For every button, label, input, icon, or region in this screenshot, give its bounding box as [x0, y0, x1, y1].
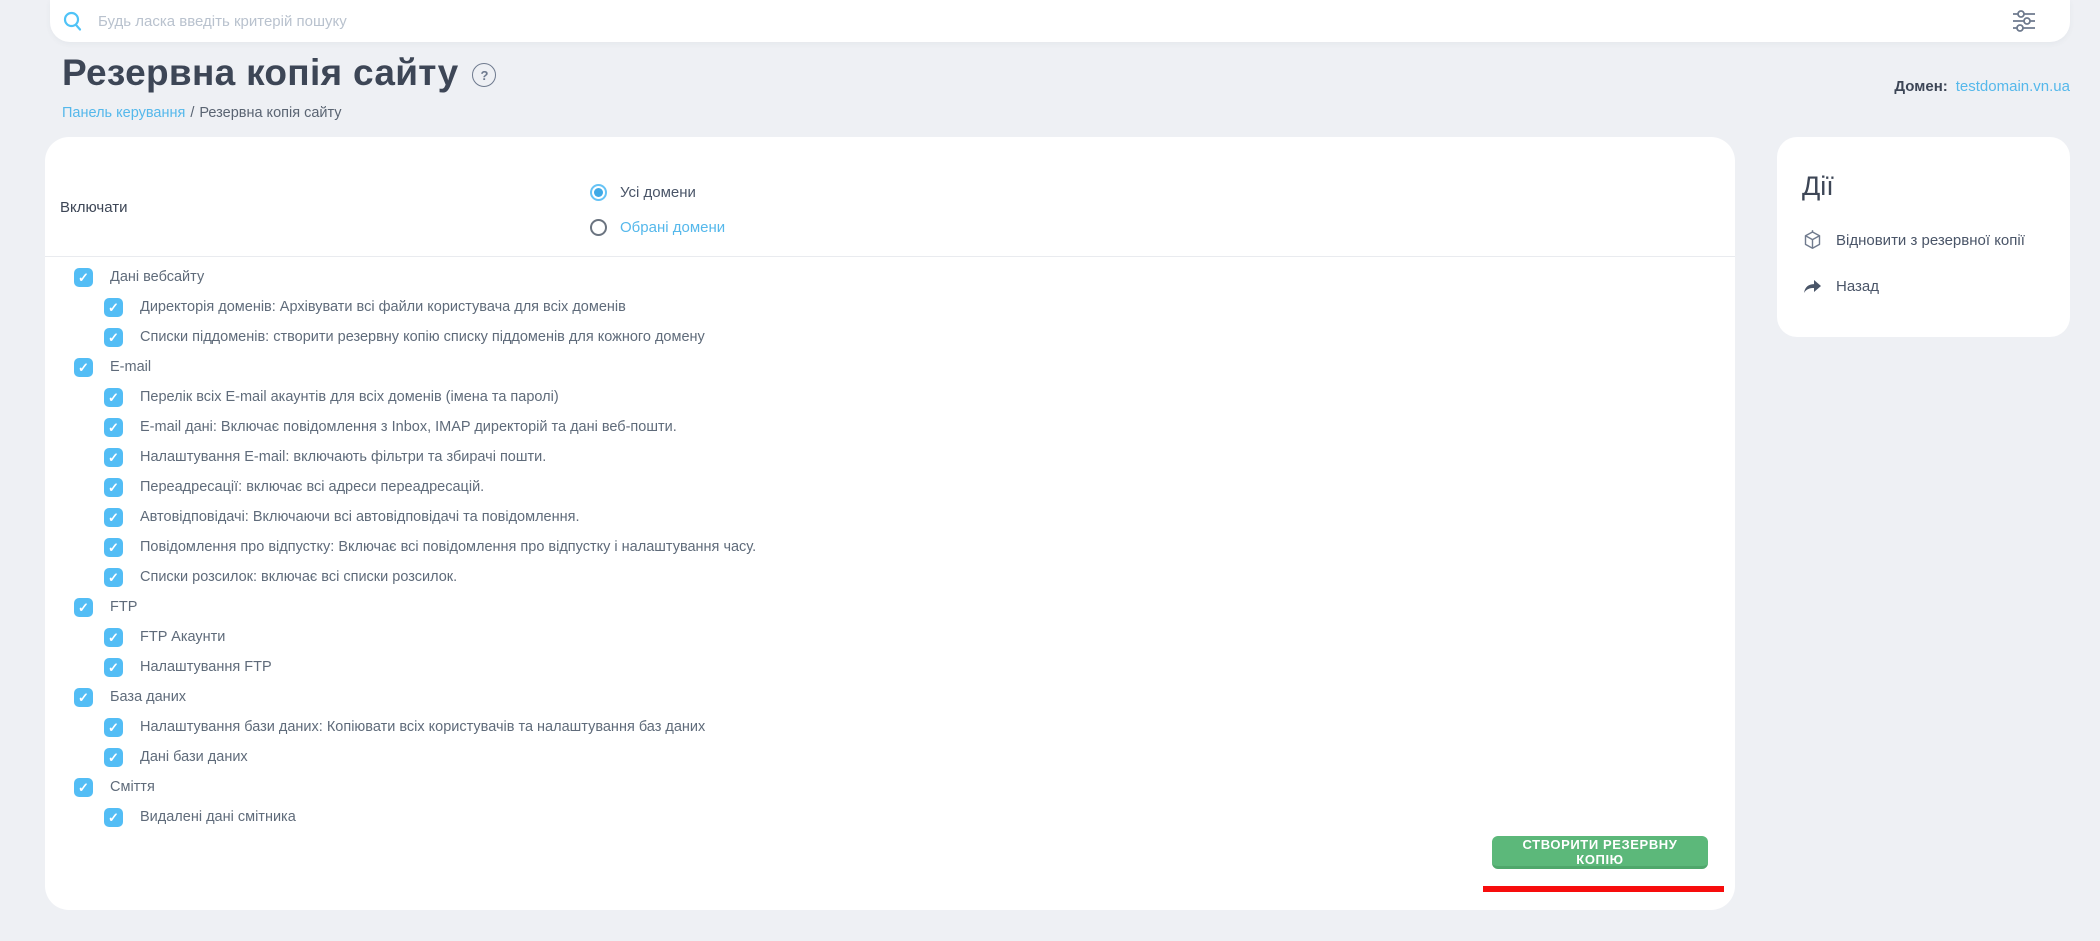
- checkbox-row[interactable]: ✓ Налаштування FTP: [45, 652, 1735, 682]
- action-label: Назад: [1836, 278, 1879, 295]
- checkbox-label: Дані бази даних: [140, 749, 248, 765]
- checkbox-checked-icon[interactable]: ✓: [74, 598, 93, 617]
- backup-form-card: Включати Усі домени Обрані домени ✓ Дані в…: [45, 137, 1735, 910]
- checkbox-row[interactable]: ✓ Налаштування E-mail: включають фільтри …: [45, 442, 1735, 472]
- page-header: Резервна копія сайту ? Панель керування /…: [62, 52, 496, 121]
- filter-sliders-icon[interactable]: [2012, 8, 2036, 34]
- radio-option[interactable]: Усі домени: [590, 179, 725, 205]
- domain-label: Домен:: [1894, 78, 1947, 95]
- checkbox-checked-icon[interactable]: ✓: [74, 688, 93, 707]
- checkbox-checked-icon[interactable]: ✓: [104, 538, 123, 557]
- checkbox-label: База даних: [110, 689, 186, 705]
- checkbox-label: E-mail: [110, 359, 151, 375]
- checkbox-checked-icon[interactable]: ✓: [74, 268, 93, 287]
- checkbox-row[interactable]: ✓ Переадресації: включає всі адреси переа…: [45, 472, 1735, 502]
- checkbox-row[interactable]: ✓ База даних: [45, 682, 1735, 712]
- create-backup-button[interactable]: СТВОРИТИ РЕЗЕРВНУ КОПІЮ: [1492, 836, 1708, 869]
- breadcrumb: Панель керування / Резервна копія сайту: [62, 105, 496, 121]
- package-icon: [1802, 229, 1823, 251]
- checkbox-label: Налаштування FTP: [140, 659, 272, 675]
- checkbox-label: Автовідповідачі: Включаючи всі автовідпо…: [140, 509, 580, 525]
- radio-option[interactable]: Обрані домени: [590, 214, 725, 240]
- checkbox-checked-icon[interactable]: ✓: [104, 808, 123, 827]
- breadcrumb-parent-link[interactable]: Панель керування: [62, 105, 185, 121]
- breadcrumb-separator: /: [190, 105, 194, 121]
- checkbox-row[interactable]: ✓ Перелік всіх E-mail акаунтів для всіх д…: [45, 382, 1735, 412]
- radio-label: Усі домени: [620, 184, 696, 201]
- checkbox-checked-icon[interactable]: ✓: [104, 478, 123, 497]
- checkbox-checked-icon[interactable]: ✓: [104, 658, 123, 677]
- page-title: Резервна копія сайту: [62, 52, 458, 94]
- checkbox-row[interactable]: ✓ Списки розсилок: включає всі списки роз…: [45, 562, 1735, 592]
- checkbox-label: Дані вебсайту: [110, 269, 204, 285]
- radio-group: Усі домени Обрані домени: [590, 179, 725, 249]
- checkbox-checked-icon[interactable]: ✓: [104, 508, 123, 527]
- checkbox-label: Перелік всіх E-mail акаунтів для всіх до…: [140, 389, 559, 405]
- checkbox-row[interactable]: ✓ FTP Акаунти: [45, 622, 1735, 652]
- include-label: Включати: [60, 199, 128, 216]
- checkbox-label: FTP Акаунти: [140, 629, 225, 645]
- search-icon: [62, 10, 84, 32]
- checkbox-label: Переадресації: включає всі адреси переад…: [140, 479, 484, 495]
- radio-unselected-icon[interactable]: [590, 219, 607, 236]
- divider: [45, 256, 1735, 257]
- breadcrumb-current: Резервна копія сайту: [199, 105, 341, 121]
- checkbox-label: Списки розсилок: включає всі списки розс…: [140, 569, 457, 585]
- domain-link[interactable]: testdomain.vn.ua: [1956, 78, 2070, 95]
- checkbox-row[interactable]: ✓ Дані бази даних: [45, 742, 1735, 772]
- checkbox-row[interactable]: ✓ Дані вебсайту: [45, 262, 1735, 292]
- radio-selected-icon[interactable]: [590, 184, 607, 201]
- actions-panel: Дії Відновити з резервної копії: [1777, 137, 2070, 337]
- checkbox-checked-icon[interactable]: ✓: [104, 388, 123, 407]
- checkbox-row[interactable]: ✓ E-mail: [45, 352, 1735, 382]
- checkbox-row[interactable]: ✓ Сміття: [45, 772, 1735, 802]
- help-icon[interactable]: ?: [472, 63, 496, 87]
- checkbox-checked-icon[interactable]: ✓: [104, 298, 123, 317]
- checkbox-label: FTP: [110, 599, 137, 615]
- checkbox-label: Налаштування бази даних: Копіювати всіх …: [140, 719, 705, 735]
- checkbox-label: Видалені дані смітника: [140, 809, 296, 825]
- checkbox-checked-icon[interactable]: ✓: [104, 568, 123, 587]
- checkbox-row[interactable]: ✓ FTP: [45, 592, 1735, 622]
- checkbox-label: Директорія доменів: Архівувати всі файли…: [140, 299, 626, 315]
- search-input[interactable]: [96, 12, 2012, 31]
- checkbox-row[interactable]: ✓ E-mail дані: Включає повідомлення з Inb…: [45, 412, 1735, 442]
- checkbox-label: Повідомлення про відпустку: Включає всі …: [140, 539, 756, 555]
- checkbox-checked-icon[interactable]: ✓: [104, 628, 123, 647]
- checkbox-checked-icon[interactable]: ✓: [104, 748, 123, 767]
- checkbox-checked-icon[interactable]: ✓: [74, 778, 93, 797]
- checkbox-row[interactable]: ✓ Налаштування бази даних: Копіювати всіх…: [45, 712, 1735, 742]
- action-label: Відновити з резервної копії: [1836, 232, 2025, 249]
- checkbox-checked-icon[interactable]: ✓: [74, 358, 93, 377]
- search-bar: [50, 0, 2070, 42]
- back-action[interactable]: Назад: [1802, 277, 1879, 295]
- actions-title: Дії: [1802, 171, 1834, 202]
- checkbox-checked-icon[interactable]: ✓: [104, 418, 123, 437]
- domain-box: Домен: testdomain.vn.ua: [1894, 78, 2070, 95]
- forward-arrow-icon: [1802, 277, 1823, 295]
- annotation-red-underline: [1483, 886, 1724, 892]
- checkbox-label: Сміття: [110, 779, 155, 795]
- radio-label: Обрані домени: [620, 219, 725, 236]
- checkbox-label: Списки піддоменів: створити резервну коп…: [140, 329, 705, 345]
- checkbox-checked-icon[interactable]: ✓: [104, 718, 123, 737]
- checkbox-row[interactable]: ✓ Видалені дані смітника: [45, 802, 1735, 832]
- checkbox-label: E-mail дані: Включає повідомлення з Inbo…: [140, 419, 677, 435]
- checkbox-label: Налаштування E-mail: включають фільтри т…: [140, 449, 546, 465]
- checkbox-list: ✓ Дані вебсайту ✓ Директорія доменів: Архів…: [45, 262, 1735, 832]
- checkbox-row[interactable]: ✓ Автовідповідачі: Включаючи всі автовідп…: [45, 502, 1735, 532]
- restore-from-backup-action[interactable]: Відновити з резервної копії: [1802, 229, 2025, 251]
- checkbox-row[interactable]: ✓ Директорія доменів: Архівувати всі файл…: [45, 292, 1735, 322]
- checkbox-checked-icon[interactable]: ✓: [104, 328, 123, 347]
- backup-page: Резервна копія сайту ? Панель керування /…: [0, 0, 2100, 941]
- checkbox-checked-icon[interactable]: ✓: [104, 448, 123, 467]
- checkbox-row[interactable]: ✓ Списки піддоменів: створити резервну ко…: [45, 322, 1735, 352]
- checkbox-row[interactable]: ✓ Повідомлення про відпустку: Включає всі…: [45, 532, 1735, 562]
